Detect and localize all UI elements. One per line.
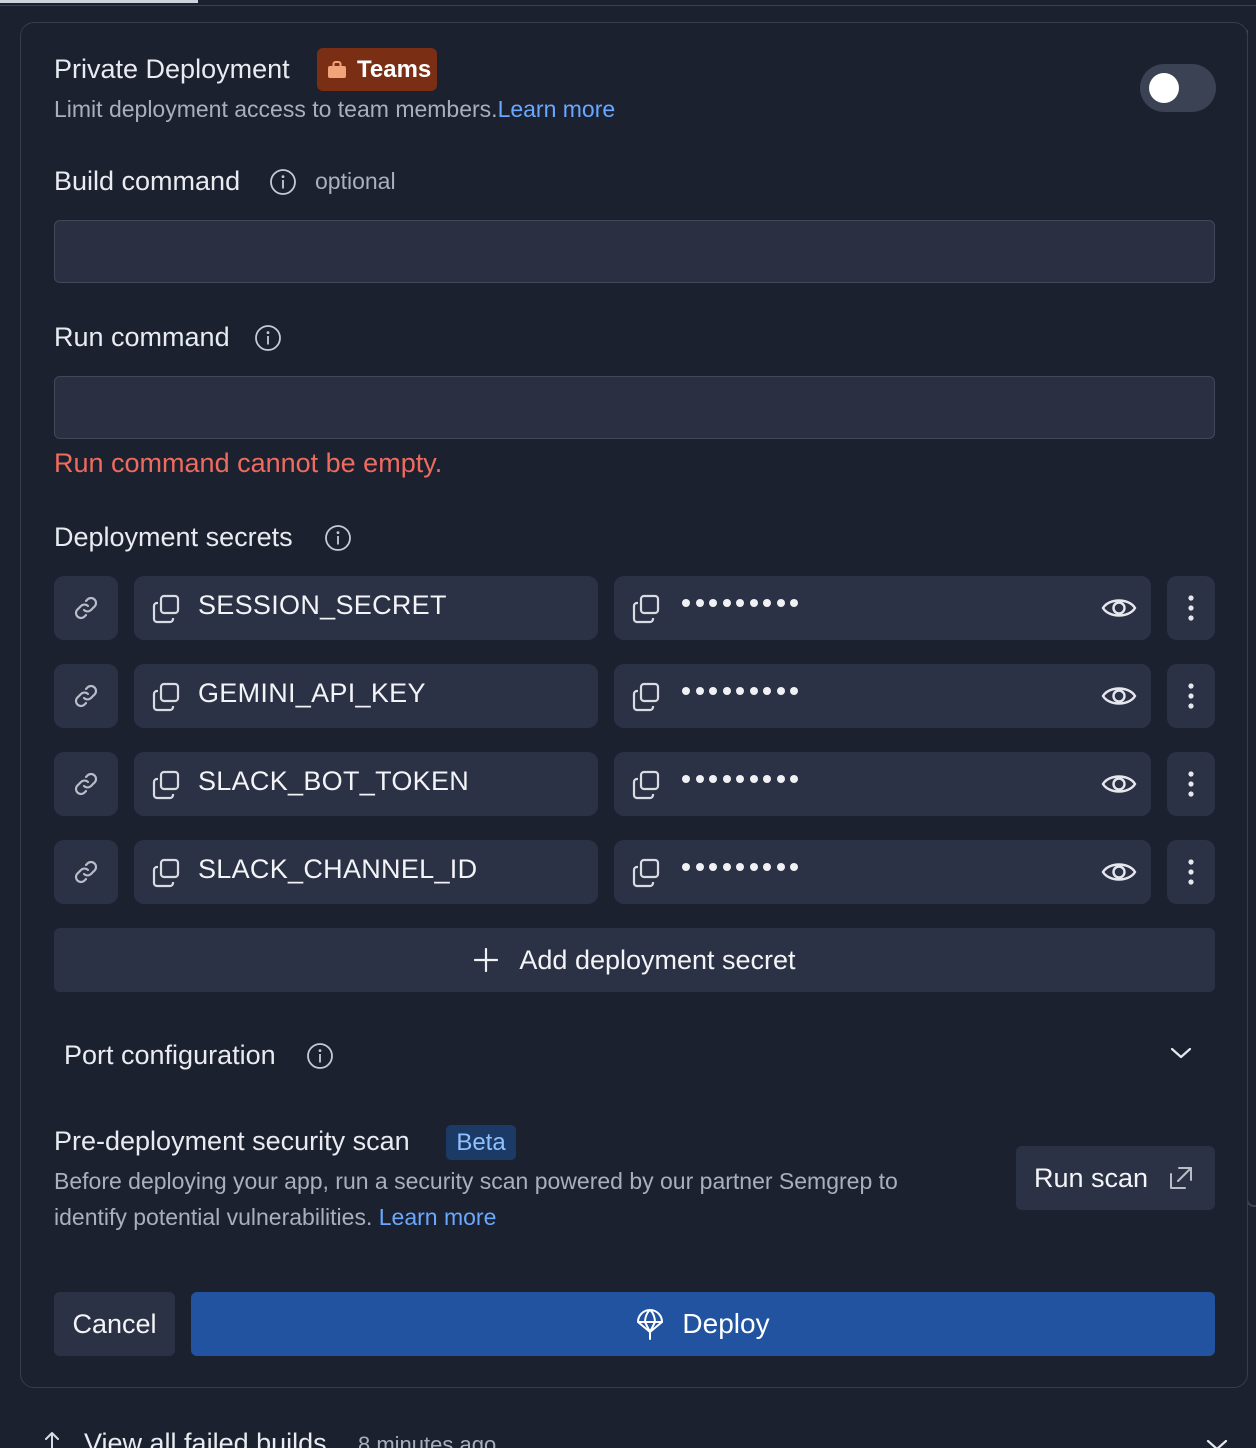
beta-badge: Beta — [446, 1125, 516, 1160]
more-vertical-icon — [1188, 771, 1194, 797]
deploy-label: Deploy — [682, 1308, 770, 1339]
failed-builds-row[interactable]: View all failed builds 8 minutes ago — [0, 1418, 1256, 1448]
eye-icon[interactable] — [1101, 681, 1137, 711]
tab-underline — [0, 0, 1256, 6]
optional-hint: optional — [315, 168, 396, 194]
link-icon — [74, 684, 98, 708]
add-deployment-secret-button[interactable]: Add deployment secret — [54, 928, 1215, 992]
secret-value-field[interactable] — [614, 840, 1151, 904]
private-deployment-title: Private Deployment — [54, 54, 290, 84]
view-failed-builds-link[interactable]: View all failed builds — [84, 1428, 327, 1448]
copy-icon[interactable] — [630, 593, 662, 625]
link-icon — [74, 596, 98, 620]
secret-menu-button[interactable] — [1167, 840, 1215, 904]
add-deployment-secret-label: Add deployment secret — [519, 944, 796, 975]
arrow-up-icon — [45, 1432, 59, 1448]
eye-icon[interactable] — [1101, 593, 1137, 623]
masked-value — [682, 775, 798, 783]
link-icon — [74, 772, 98, 796]
masked-value — [682, 687, 798, 695]
security-scan-title: Pre-deployment security scan — [54, 1126, 410, 1156]
security-scan-description-text: identify potential vulnerabilities. — [54, 1204, 373, 1230]
build-command-label: Build command — [54, 166, 241, 196]
secret-key-field[interactable]: SLACK_CHANNEL_ID — [134, 840, 598, 904]
secret-key-text: SLACK_CHANNEL_ID — [198, 854, 478, 884]
secret-value-field[interactable] — [614, 752, 1151, 816]
copy-icon[interactable] — [150, 769, 182, 801]
info-icon[interactable] — [325, 525, 351, 551]
secret-key-field[interactable]: SLACK_BOT_TOKEN — [134, 752, 598, 816]
secret-value-field[interactable] — [614, 664, 1151, 728]
secret-menu-button[interactable] — [1167, 752, 1215, 816]
security-scan-description-line1: Before deploying your app, run a securit… — [54, 1168, 898, 1194]
private-deployment-learn-more-link[interactable]: Learn more — [498, 96, 616, 122]
toggle-knob — [1149, 73, 1179, 103]
info-icon[interactable] — [307, 1043, 333, 1069]
teams-badge-label: Teams — [357, 55, 432, 83]
plus-icon — [474, 947, 499, 973]
info-icon[interactable] — [270, 169, 296, 195]
copy-icon[interactable] — [150, 857, 182, 889]
more-vertical-icon — [1188, 859, 1194, 885]
masked-value — [682, 599, 798, 607]
more-vertical-icon — [1188, 683, 1194, 709]
chevron-down-icon[interactable] — [1170, 1046, 1192, 1060]
port-configuration-label[interactable]: Port configuration — [64, 1040, 276, 1071]
info-icon[interactable] — [255, 325, 281, 351]
deploy-icon — [637, 1309, 664, 1340]
private-deployment-toggle[interactable] — [1140, 64, 1216, 112]
beta-badge-label: Beta — [456, 1128, 506, 1156]
secret-key-text: SESSION_SECRET — [198, 590, 447, 620]
run-command-label: Run command — [54, 322, 230, 352]
build-command-input[interactable] — [54, 220, 1215, 283]
copy-icon[interactable] — [150, 681, 182, 713]
copy-icon[interactable] — [630, 857, 662, 889]
secret-menu-button[interactable] — [1167, 664, 1215, 728]
briefcase-icon — [328, 60, 346, 78]
teams-badge: Teams — [317, 48, 437, 91]
secret-key-field[interactable]: GEMINI_API_KEY — [134, 664, 598, 728]
copy-icon[interactable] — [630, 769, 662, 801]
security-scan-description-line2: identify potential vulnerabilities. Lear… — [54, 1204, 496, 1231]
masked-value — [682, 863, 798, 871]
run-command-input[interactable] — [54, 376, 1215, 439]
private-deployment-description: Limit deployment access to team members.… — [54, 96, 615, 123]
secret-key-field[interactable]: SESSION_SECRET — [134, 576, 598, 640]
more-vertical-icon — [1188, 595, 1194, 621]
link-secret-button[interactable] — [54, 752, 118, 816]
cancel-button[interactable]: Cancel — [54, 1292, 175, 1356]
link-icon — [74, 860, 98, 884]
deployment-secrets-label: Deployment secrets — [54, 522, 293, 552]
eye-icon[interactable] — [1101, 857, 1137, 887]
security-scan-learn-more-link[interactable]: Learn more — [379, 1204, 497, 1230]
secret-menu-button[interactable] — [1167, 576, 1215, 640]
cancel-label: Cancel — [72, 1308, 157, 1339]
active-tab-indicator — [0, 0, 198, 3]
external-link-icon — [1170, 1167, 1193, 1189]
copy-icon[interactable] — [630, 681, 662, 713]
copy-icon[interactable] — [150, 593, 182, 625]
run-scan-label: Run scan — [1034, 1162, 1149, 1193]
run-scan-button[interactable]: Run scan — [1016, 1146, 1215, 1210]
chevron-down-icon[interactable] — [1206, 1438, 1228, 1448]
secret-value-field[interactable] — [614, 576, 1151, 640]
run-command-error: Run command cannot be empty. — [54, 448, 443, 478]
eye-icon[interactable] — [1101, 769, 1137, 799]
secret-key-text: SLACK_BOT_TOKEN — [198, 766, 470, 796]
failed-builds-time: 8 minutes ago — [358, 1432, 497, 1448]
link-secret-button[interactable] — [54, 664, 118, 728]
link-secret-button[interactable] — [54, 576, 118, 640]
secret-key-text: GEMINI_API_KEY — [198, 678, 426, 708]
private-deployment-text: Limit deployment access to team members. — [54, 96, 498, 122]
deploy-button[interactable]: Deploy — [191, 1292, 1215, 1356]
link-secret-button[interactable] — [54, 840, 118, 904]
